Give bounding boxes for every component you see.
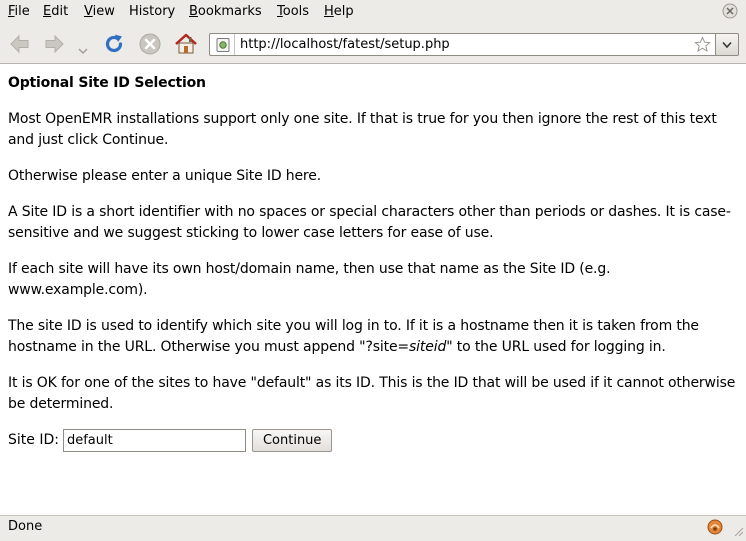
site-id-definition-paragraph: A Site ID is a short identifier with no … — [8, 204, 731, 241]
page-content: Optional Site ID Selection Most OpenEMR … — [0, 64, 746, 515]
site-id-input[interactable] — [62, 428, 246, 452]
addon-status-icon[interactable] — [707, 519, 723, 535]
menu-file[interactable]: File — [8, 4, 30, 19]
menu-bar: File Edit View History Bookmarks Tools H… — [0, 0, 746, 25]
page-title: Optional Site ID Selection — [8, 75, 206, 91]
siteid-emphasis: siteid — [409, 339, 447, 355]
home-icon[interactable] — [174, 32, 198, 56]
site-id-form: Site ID: Continue — [8, 428, 738, 452]
menu-tools[interactable]: Tools — [277, 4, 309, 19]
navigation-toolbar — [0, 25, 746, 64]
back-arrow-icon[interactable] — [8, 32, 32, 56]
resize-grip-icon[interactable] — [732, 525, 744, 537]
url-input[interactable] — [240, 34, 680, 55]
forward-arrow-icon[interactable] — [42, 32, 66, 56]
url-bar[interactable] — [209, 33, 716, 56]
intro-paragraph: Most OpenEMR installations support only … — [8, 111, 717, 148]
default-paragraph: It is OK for one of the sites to have "d… — [8, 375, 736, 412]
window-close-icon[interactable] — [722, 3, 738, 19]
url-history-dropdown[interactable] — [715, 33, 739, 56]
menu-view[interactable]: View — [84, 4, 115, 19]
login-paragraph: The site ID is used to identify which si… — [8, 318, 699, 355]
menu-edit[interactable]: Edit — [43, 4, 68, 19]
instruction-paragraph: Otherwise please enter a unique Site ID … — [8, 168, 321, 184]
stop-icon[interactable] — [138, 32, 162, 56]
menu-help[interactable]: Help — [324, 4, 354, 19]
reload-icon[interactable] — [102, 32, 126, 56]
menu-history[interactable]: History — [129, 4, 175, 19]
status-bar: Done — [0, 515, 746, 539]
url-divider — [234, 34, 235, 55]
continue-button[interactable]: Continue — [251, 428, 333, 452]
menu-bookmarks[interactable]: Bookmarks — [189, 4, 262, 19]
dropdown-chevron-icon — [722, 41, 732, 49]
hostname-paragraph: If each site will have its own host/doma… — [8, 261, 611, 298]
chevron-down-icon[interactable] — [78, 40, 88, 55]
site-id-label: Site ID: — [8, 431, 59, 448]
site-identity-icon[interactable] — [215, 37, 231, 53]
status-text: Done — [8, 519, 43, 534]
bookmark-star-icon[interactable] — [694, 36, 711, 53]
